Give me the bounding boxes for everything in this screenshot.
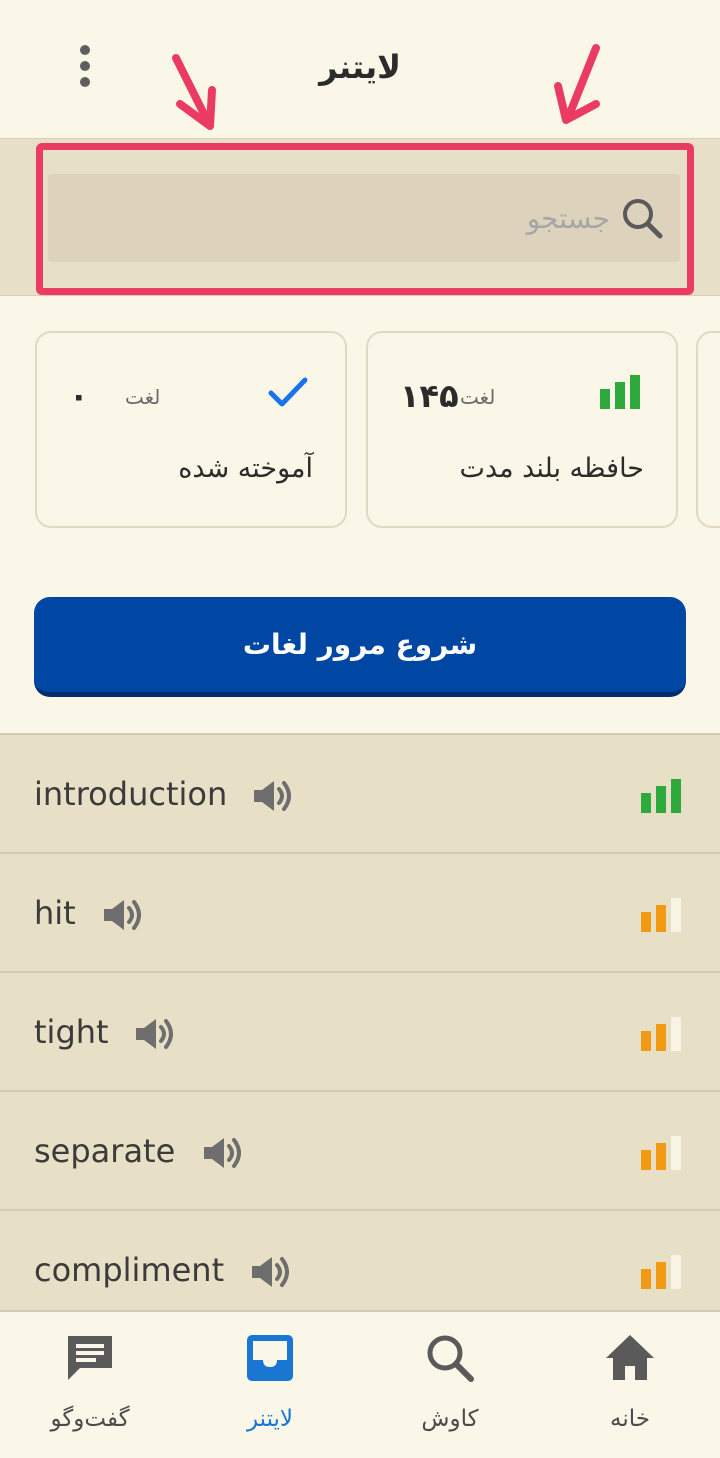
word-row[interactable]: hit — [0, 854, 720, 973]
nav-label: گفت‌وگو — [50, 1406, 130, 1432]
search-box[interactable] — [48, 174, 680, 262]
word-row[interactable]: separate — [0, 1092, 720, 1211]
nav-chat[interactable]: گفت‌وگو — [0, 1312, 180, 1458]
top-bar: لایتنر — [0, 0, 720, 138]
card-unit: لغت — [125, 385, 161, 409]
nav-label: کاوش — [421, 1406, 479, 1432]
speaker-icon[interactable] — [252, 778, 294, 814]
word-text: hit — [34, 894, 76, 932]
level-bars-icon — [641, 1017, 681, 1051]
word-text: introduction — [34, 775, 228, 813]
search-icon — [427, 1335, 474, 1382]
card-title: حافظه بلند مدت — [459, 453, 644, 484]
word-row[interactable]: compliment — [0, 1211, 720, 1310]
search-section — [0, 138, 720, 296]
level-bars-icon — [641, 779, 681, 813]
level-bars-icon — [641, 898, 681, 932]
nav-home[interactable]: خانه — [540, 1312, 720, 1458]
chat-icon — [68, 1336, 112, 1380]
nav-explore[interactable]: کاوش — [360, 1312, 540, 1458]
home-icon — [606, 1335, 654, 1380]
annotation-arrow-right-icon — [554, 44, 600, 124]
search-icon — [623, 199, 663, 239]
partial-card[interactable] — [696, 331, 720, 528]
word-text: compliment — [34, 1251, 225, 1289]
long-term-memory-card[interactable]: لغت ۱۴۵ حافظه بلند مدت — [366, 331, 678, 528]
card-unit: لغت — [460, 385, 496, 409]
speaker-icon[interactable] — [134, 1016, 176, 1052]
annotation-arrow-left-icon — [172, 54, 216, 130]
search-input[interactable] — [90, 174, 610, 262]
checkmark-icon — [268, 377, 308, 407]
app-screen: لایتنر لغت ۰ آموخته شده — [0, 0, 720, 1458]
level-bars-icon — [641, 1255, 681, 1289]
bottom-navigation: گفت‌وگو لایتنر کاوش خانه — [0, 1310, 720, 1458]
signal-bars-icon — [600, 375, 640, 409]
card-count: ۰ — [69, 377, 89, 415]
level-bars-icon — [641, 1136, 681, 1170]
word-text: separate — [34, 1132, 176, 1170]
word-row[interactable]: introduction — [0, 735, 720, 854]
word-list: introduction hit tight separate complime… — [0, 733, 720, 1310]
word-text: tight — [34, 1013, 109, 1051]
nav-leitner[interactable]: لایتنر — [180, 1312, 360, 1458]
start-review-button[interactable]: شروع مرور لغات — [34, 597, 686, 697]
page-title: لایتنر — [319, 48, 401, 86]
card-title: آموخته شده — [178, 453, 313, 484]
speaker-icon[interactable] — [102, 897, 144, 933]
nav-label: لایتنر — [246, 1406, 294, 1432]
nav-label: خانه — [610, 1406, 650, 1432]
card-count: ۱۴۵ — [400, 377, 459, 415]
word-row[interactable]: tight — [0, 973, 720, 1092]
learned-card[interactable]: لغت ۰ آموخته شده — [35, 331, 347, 528]
speaker-icon[interactable] — [250, 1254, 292, 1290]
speaker-icon[interactable] — [202, 1135, 244, 1171]
inbox-icon — [247, 1335, 293, 1381]
